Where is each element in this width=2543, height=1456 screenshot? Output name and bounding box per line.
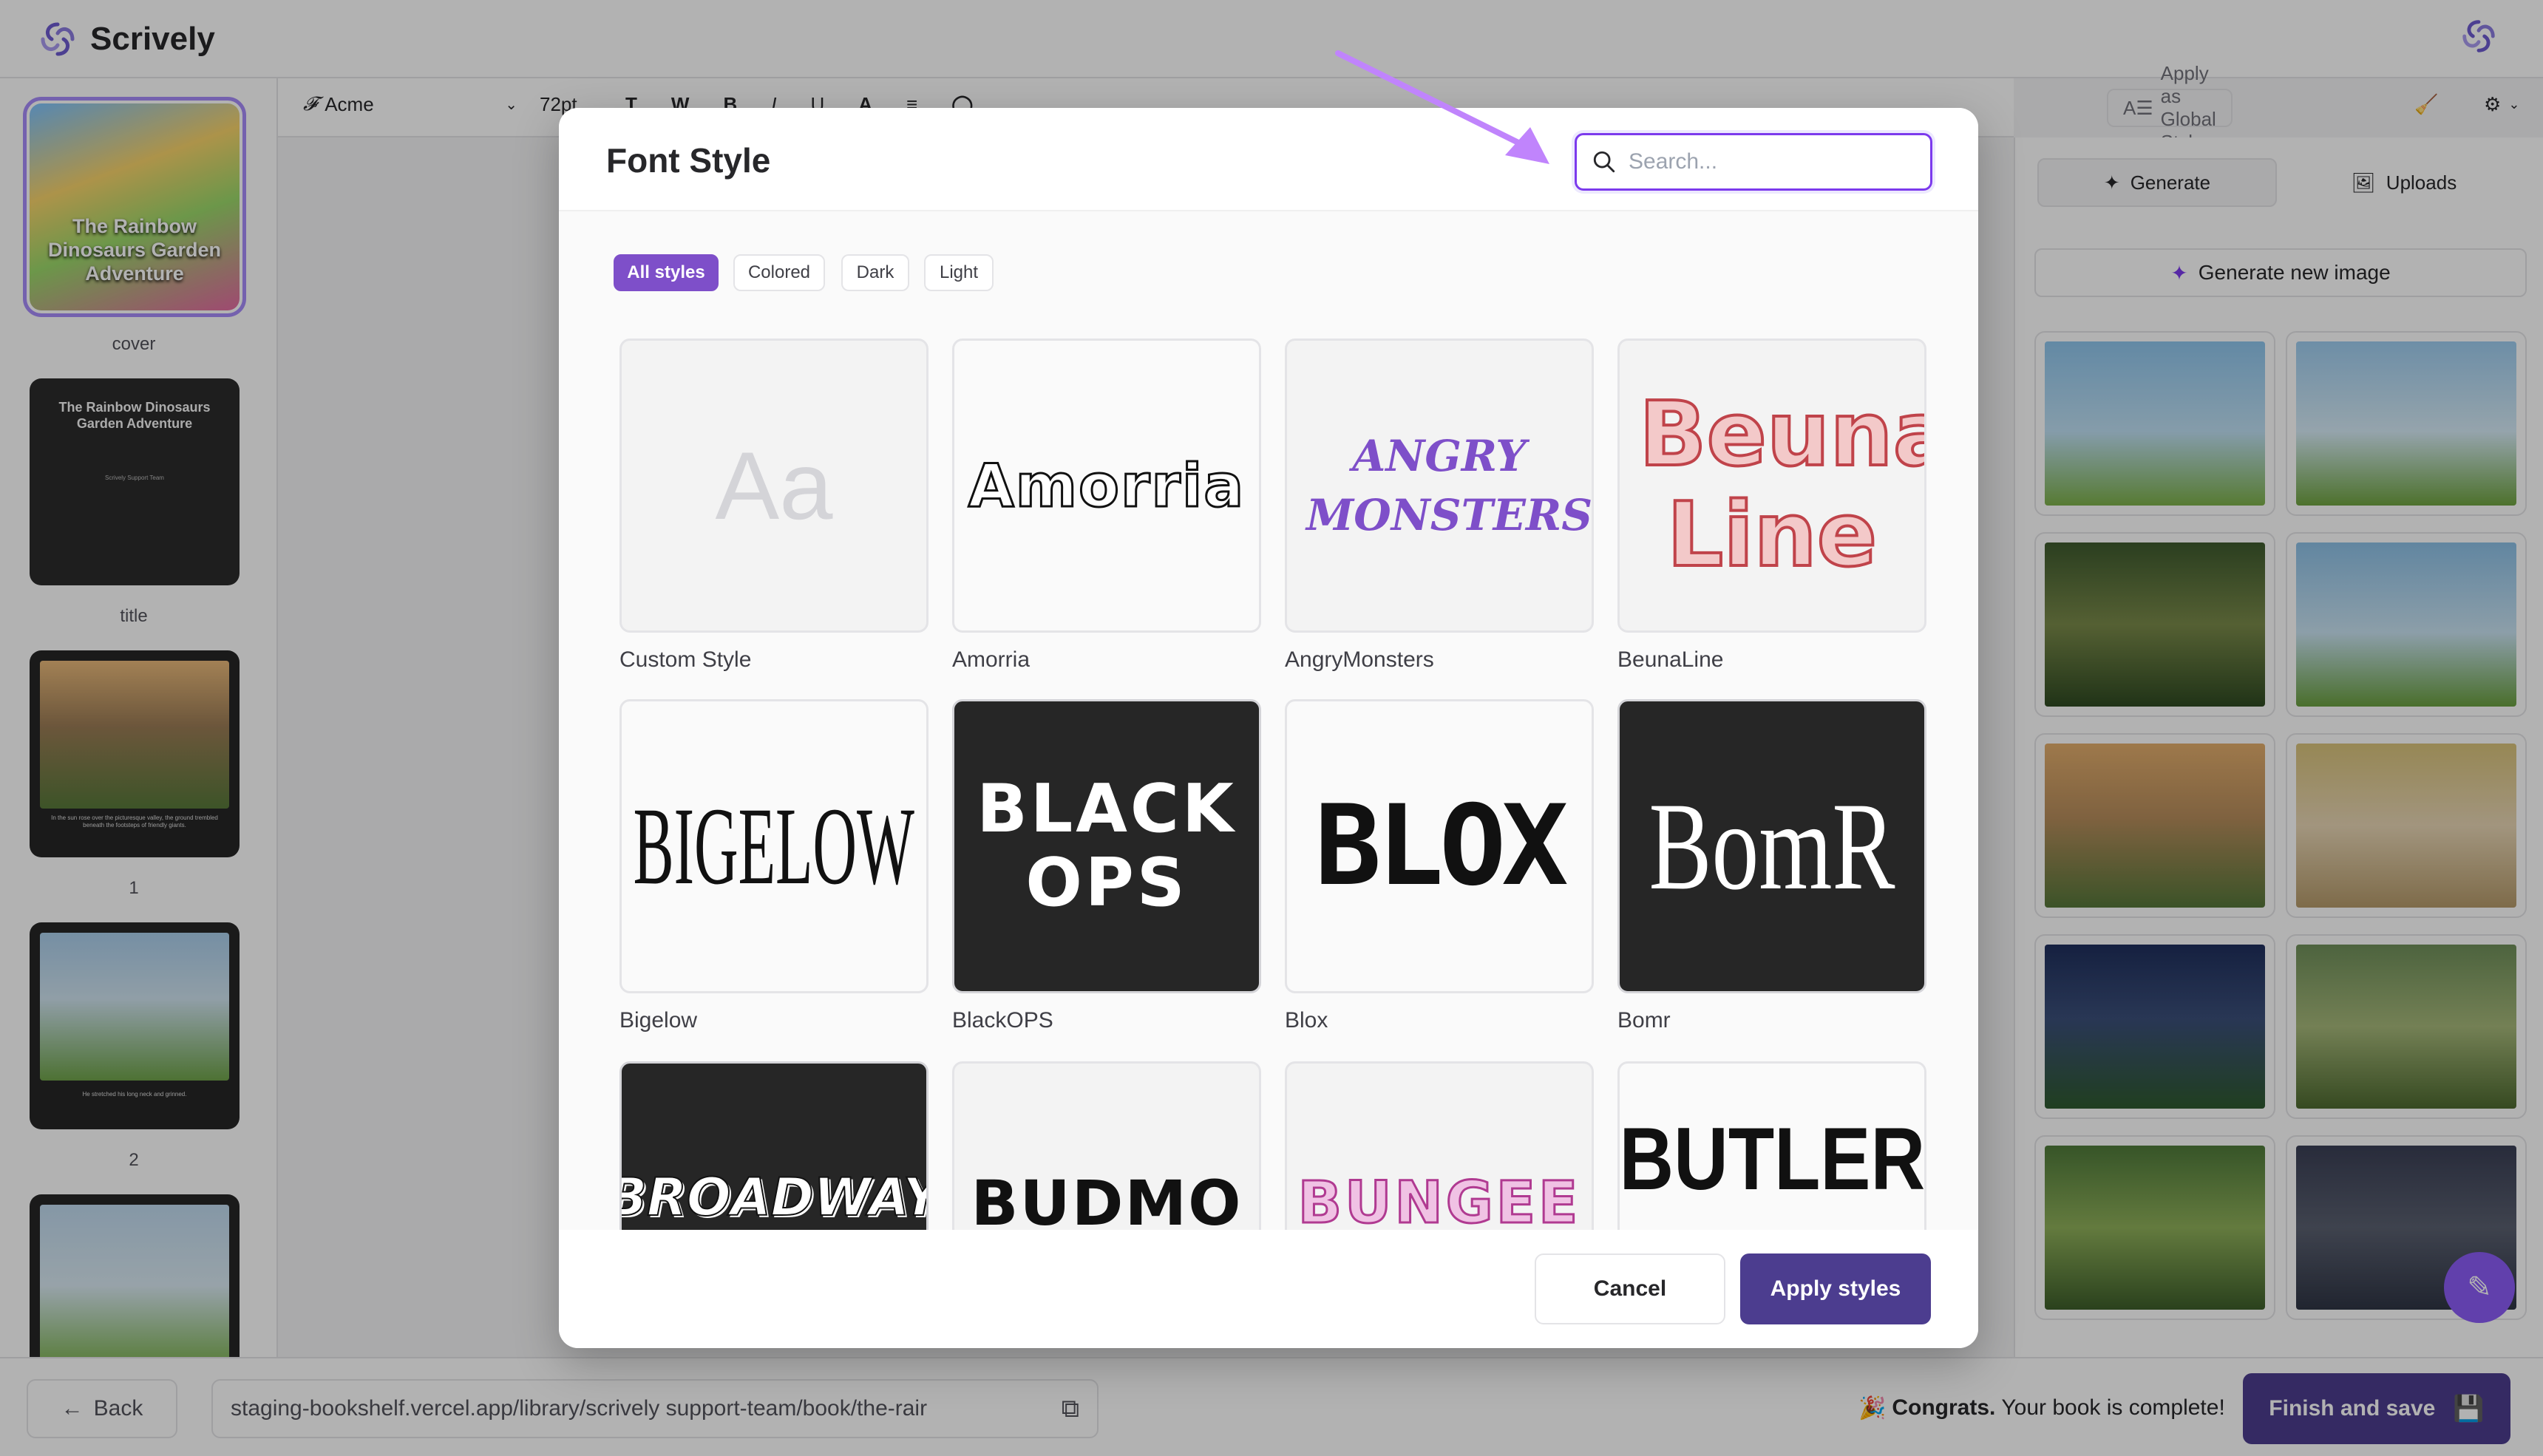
modal-body: All styles Colored Dark Light Aa Custom … — [559, 211, 1978, 1230]
font-card-custom-style[interactable]: Aa — [619, 339, 928, 633]
apply-styles-button[interactable]: Apply styles — [1740, 1253, 1931, 1324]
font-card-broadway[interactable]: BROADWAY — [619, 1061, 928, 1230]
font-card-label: AngryMonsters — [1285, 647, 1434, 672]
font-card-butler[interactable]: BUTLER — [1617, 1061, 1926, 1230]
font-card-label: Blox — [1285, 1008, 1328, 1033]
font-card-label: Bigelow — [619, 1008, 698, 1033]
font-card-bungee[interactable]: BUNGEE — [1285, 1061, 1594, 1230]
filter-colored[interactable]: Colored — [733, 254, 825, 291]
font-preview: BLACK OPS — [977, 770, 1237, 922]
modal-header: Font Style — [559, 108, 1978, 211]
font-preview: BROADWAY — [619, 1166, 928, 1228]
font-card-label: BeunaLine — [1617, 647, 1724, 672]
modal-title: Font Style — [606, 141, 771, 180]
font-preview: Aa — [715, 432, 833, 540]
search-icon — [1593, 151, 1615, 173]
cancel-button[interactable]: Cancel — [1535, 1253, 1725, 1324]
font-card-label: Bomr — [1617, 1008, 1671, 1033]
font-preview: BIGELOW — [633, 785, 915, 908]
font-preview: BLOX — [1314, 782, 1568, 911]
font-card-bomr[interactable]: BomR — [1617, 699, 1926, 993]
font-preview: BUDMO — [971, 1167, 1243, 1230]
font-preview: BUNGEE — [1297, 1169, 1581, 1231]
font-preview: Beuna Line — [1637, 384, 1926, 588]
search-input[interactable] — [1629, 149, 1909, 174]
font-preview: Amorria — [967, 450, 1246, 521]
font-style-modal: Font Style All styles Colored Dark Light… — [559, 108, 1978, 1348]
font-card-amorria[interactable]: Amorria — [952, 339, 1261, 633]
font-card-label: BlackOPS — [952, 1008, 1053, 1033]
font-preview: BUTLER — [1619, 1109, 1925, 1208]
font-card-budmo[interactable]: BUDMO — [952, 1061, 1261, 1230]
font-preview: BomR — [1649, 776, 1895, 916]
filter-light[interactable]: Light — [924, 254, 994, 291]
font-card-label: Amorria — [952, 647, 1031, 672]
font-card-beunaline[interactable]: Beuna Line — [1617, 339, 1926, 633]
annotation-arrow-icon — [1335, 50, 1549, 164]
font-card-label: Custom Style — [619, 647, 752, 672]
filter-dark[interactable]: Dark — [841, 254, 909, 291]
font-card-blackops[interactable]: BLACK OPS — [952, 699, 1261, 993]
search-box[interactable] — [1575, 133, 1932, 191]
font-card-bigelow[interactable]: BIGELOW — [619, 699, 928, 993]
font-card-blox[interactable]: BLOX — [1285, 699, 1594, 993]
font-preview: ANGRY MONSTERS — [1306, 431, 1593, 540]
filter-all-styles[interactable]: All styles — [614, 254, 719, 291]
font-card-angrymonsters[interactable]: ANGRY MONSTERS — [1285, 339, 1594, 633]
